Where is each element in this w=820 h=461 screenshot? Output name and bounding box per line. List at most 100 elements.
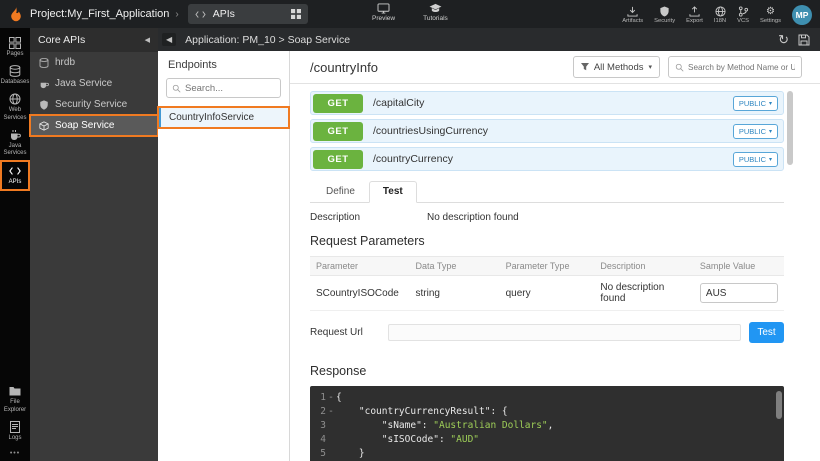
core-apis-header: Core APIs ◀ <box>30 28 158 52</box>
search-icon <box>675 63 684 72</box>
content-scrollbar-thumb[interactable] <box>787 91 793 165</box>
export-button[interactable]: Export <box>686 6 703 24</box>
service-item-hrdb[interactable]: hrdb <box>30 52 158 73</box>
cell-description: No description found <box>594 276 694 311</box>
access-dropdown[interactable]: PUBLIC ▾ <box>733 96 778 111</box>
sidebar-item-java-services[interactable]: Java Services <box>0 125 30 160</box>
request-url-input[interactable] <box>388 324 741 341</box>
cell-data-type: string <box>410 276 500 311</box>
endpoints-title: Endpoints <box>158 57 289 78</box>
operation-row-countriesusingcurrency[interactable]: GET /countriesUsingCurrency PUBLIC ▾ <box>310 119 784 143</box>
tool-label: Security <box>654 18 675 24</box>
rail-label: Java Services <box>0 143 30 157</box>
response-editor[interactable]: 1-{2- "countryCurrencyResult": {3 "sName… <box>310 386 784 461</box>
sidebar-item-web-services[interactable]: Web Services <box>0 89 30 124</box>
column-header-data-type: Data Type <box>410 257 500 276</box>
fold-marker-icon[interactable]: - <box>326 391 336 405</box>
operation-row-capitalcity[interactable]: GET /capitalCity PUBLIC ▾ <box>310 91 784 115</box>
endpoints-search <box>166 78 281 98</box>
fold-marker-empty <box>326 433 336 447</box>
collapse-panel-icon[interactable]: ◀ <box>145 36 150 44</box>
editor-scrollbar-thumb[interactable] <box>776 391 782 419</box>
app-window: Project:My_First_Application › APIs Prev… <box>0 0 820 461</box>
git-branch-icon <box>738 6 749 17</box>
column-header-parameter: Parameter <box>310 257 410 276</box>
security-button[interactable]: Security <box>654 6 675 24</box>
tab-test[interactable]: Test <box>369 181 417 203</box>
access-dropdown[interactable]: PUBLIC ▾ <box>733 152 778 167</box>
service-item-label: Soap Service <box>55 120 114 131</box>
sidebar-item-apis[interactable]: APIs <box>0 160 30 191</box>
wavemaker-logo-icon[interactable] <box>8 6 24 22</box>
service-item-soap-service[interactable]: Soap Service <box>30 115 158 136</box>
sidebar-item-databases[interactable]: Databases <box>0 61 30 89</box>
apis-tab-label: APIs <box>213 8 284 20</box>
description-row: Description No description found <box>310 212 784 223</box>
graduation-cap-icon <box>429 3 442 14</box>
caret-down-icon: ▾ <box>769 128 772 135</box>
test-button[interactable]: Test <box>749 322 784 343</box>
method-search <box>668 56 802 78</box>
method-search-input[interactable] <box>688 63 795 72</box>
operation-path: /countryCurrency <box>373 153 733 165</box>
breadcrumb: Application: PM_10 > Soap Service <box>185 34 350 46</box>
core-apis-title: Core APIs <box>38 34 85 46</box>
log-document-icon <box>9 421 21 433</box>
apis-workspace-tab[interactable]: APIs <box>188 4 308 24</box>
access-dropdown[interactable]: PUBLIC ▾ <box>733 124 778 139</box>
operation-row-countrycurrency[interactable]: GET /countryCurrency PUBLIC ▾ <box>310 147 784 171</box>
preview-button[interactable]: Preview <box>372 3 395 22</box>
sidebar-item-file-explorer[interactable]: File Explorer <box>0 381 30 416</box>
project-title[interactable]: Project:My_First_Application <box>30 8 169 20</box>
code-line: 3 "sName": "Australian Dollars", <box>310 419 784 433</box>
topbar-left: Project:My_First_Application › APIs <box>0 4 308 24</box>
preview-label: Preview <box>372 15 395 22</box>
code-line: 2- "countryCurrencyResult": { <box>310 405 784 419</box>
i18n-button[interactable]: I18N <box>714 6 726 24</box>
sidebar-item-logs[interactable]: Logs <box>0 417 30 445</box>
code-line: 5 } <box>310 447 784 461</box>
access-label: PUBLIC <box>739 155 766 164</box>
service-path-title: /countryInfo <box>310 60 565 75</box>
coffee-cup-icon <box>39 79 49 89</box>
globe-icon <box>715 6 726 17</box>
table-row: SCountryISOCode string query No descript… <box>310 276 784 311</box>
rail-label: Pages <box>6 51 23 58</box>
sidebar-item-pages[interactable]: Pages <box>0 33 30 61</box>
user-avatar[interactable]: MP <box>792 5 812 25</box>
rail-label: Databases <box>1 79 30 86</box>
filter-icon <box>581 63 589 71</box>
settings-button[interactable]: ⚙ Settings <box>760 6 781 24</box>
methods-filter-dropdown[interactable]: All Methods ▾ <box>573 56 660 78</box>
rail-label: Web Services <box>0 107 30 121</box>
service-item-security-service[interactable]: Security Service <box>30 94 158 115</box>
topbar: Project:My_First_Application › APIs Prev… <box>0 0 820 28</box>
save-icon[interactable] <box>798 34 810 46</box>
request-url-row: Request Url Test <box>310 322 784 343</box>
tutorials-label: Tutorials <box>423 15 448 22</box>
collapse-sidebar-icon[interactable]: ◀ <box>162 33 176 46</box>
operation-path: /countriesUsingCurrency <box>373 125 733 137</box>
workspace: /countryInfo All Methods ▾ GET <box>290 51 820 461</box>
endpoint-item-countryinfoservice[interactable]: CountryInfoService <box>158 107 289 128</box>
vcs-button[interactable]: VCS <box>737 6 749 24</box>
fold-marker-icon[interactable]: - <box>326 405 336 419</box>
methods-filter-label: All Methods <box>594 62 644 73</box>
artifacts-button[interactable]: Artifacts <box>622 6 643 24</box>
sample-value-input[interactable] <box>700 283 778 303</box>
description-value: No description found <box>427 212 519 223</box>
cell-parameter: SCountryISOCode <box>310 276 410 311</box>
service-item-java-service[interactable]: Java Service <box>30 73 158 94</box>
endpoints-search-input[interactable] <box>185 83 275 94</box>
service-item-label: Security Service <box>55 99 127 110</box>
tutorials-button[interactable]: Tutorials <box>423 3 448 22</box>
rail-label: APIs <box>9 179 22 186</box>
workspace-scroll-area: GET /capitalCity PUBLIC ▾ GET /countries… <box>290 84 820 461</box>
define-test-tabs: Define Test <box>310 181 784 203</box>
tab-define[interactable]: Define <box>312 181 369 202</box>
more-options-icon[interactable]: ••• <box>10 445 20 461</box>
refresh-icon[interactable]: ↻ <box>778 33 789 46</box>
response-editor-code: 1-{2- "countryCurrencyResult": {3 "sName… <box>310 391 784 461</box>
service-item-label: hrdb <box>55 57 75 68</box>
grid-icon[interactable] <box>291 9 301 19</box>
